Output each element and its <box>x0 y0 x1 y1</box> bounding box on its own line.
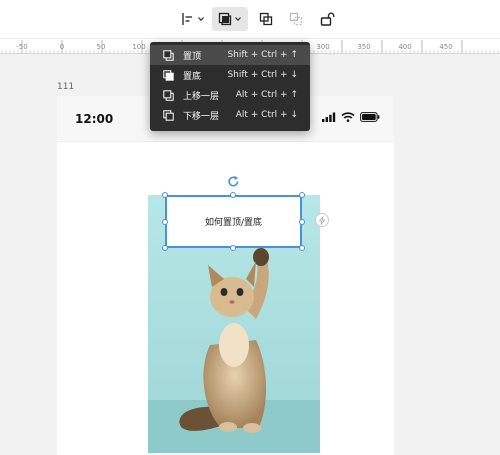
ungroup-icon <box>289 12 303 26</box>
top-toolbar <box>0 0 500 38</box>
resize-handle-left[interactable] <box>162 219 168 225</box>
layer-order-button[interactable] <box>212 7 248 31</box>
ruler-label: 400 <box>398 43 412 51</box>
layer-order-icon <box>218 12 232 26</box>
rotate-icon[interactable] <box>227 175 240 188</box>
resize-handle-bottom-right[interactable] <box>299 245 305 251</box>
resize-handle-top-right[interactable] <box>299 192 305 198</box>
menu-item-send-to-back[interactable]: 置底 Shift + Ctrl + ↓ <box>150 65 310 85</box>
menu-item-bring-to-front[interactable]: 置顶 Shift + Ctrl + ↑ <box>150 45 310 65</box>
unlock-icon <box>320 12 335 26</box>
align-left-icon <box>182 13 192 25</box>
textbox-text[interactable]: 如何置顶/置底 <box>205 215 262 228</box>
selected-textbox[interactable]: 如何置顶/置底 <box>165 195 302 248</box>
resize-handle-top[interactable] <box>230 192 236 198</box>
layer-order-menu: 置顶 Shift + Ctrl + ↑ 置底 Shift + Ctrl + ↓ … <box>150 42 310 131</box>
resize-handle-bottom[interactable] <box>230 245 236 251</box>
lock-button[interactable] <box>317 7 339 31</box>
ruler-label: 350 <box>357 43 371 51</box>
ruler-label: 300 <box>316 43 330 51</box>
battery-icon <box>360 112 380 122</box>
menu-item-label: 上移一层 <box>183 91 220 102</box>
menu-item-shortcut: Shift + Ctrl + ↑ <box>227 50 298 60</box>
send-backward-icon <box>163 110 174 121</box>
group-button[interactable] <box>255 7 277 31</box>
chevron-down-icon <box>198 17 204 22</box>
send-to-back-icon <box>163 70 174 81</box>
ungroup-button[interactable] <box>285 7 307 31</box>
status-icons <box>322 112 380 122</box>
ruler-label: 100 <box>132 43 146 51</box>
status-time: 12:00 <box>75 112 114 126</box>
signal-icon <box>322 112 336 122</box>
wifi-icon <box>341 112 355 122</box>
menu-item-label: 下移一层 <box>183 111 220 122</box>
menu-item-send-backward[interactable]: 下移一层 Alt + Ctrl + ↓ <box>150 105 310 125</box>
lightning-icon <box>318 215 326 225</box>
menu-item-label: 置底 <box>183 71 202 82</box>
bring-to-front-icon <box>163 50 174 61</box>
ruler-label: 50 <box>96 43 106 51</box>
resize-handle-bottom-left[interactable] <box>162 245 168 251</box>
link-button[interactable] <box>315 213 329 227</box>
chevron-down-icon <box>235 17 241 22</box>
menu-item-label: 置顶 <box>183 51 202 62</box>
resize-handle-top-left[interactable] <box>162 192 168 198</box>
bring-forward-icon <box>163 90 174 101</box>
group-icon <box>259 12 273 26</box>
menu-item-bring-forward[interactable]: 上移一层 Alt + Ctrl + ↑ <box>150 85 310 105</box>
frame-name-label[interactable]: 111 <box>57 82 74 92</box>
menu-item-shortcut: Alt + Ctrl + ↑ <box>235 90 298 100</box>
menu-item-shortcut: Alt + Ctrl + ↓ <box>235 110 298 120</box>
ruler-label: -50 <box>16 43 28 51</box>
resize-handle-right[interactable] <box>299 219 305 225</box>
ruler-label: 0 <box>59 43 65 51</box>
ruler-label: 450 <box>439 43 453 51</box>
align-button[interactable] <box>178 7 208 31</box>
menu-item-shortcut: Shift + Ctrl + ↓ <box>227 70 298 80</box>
